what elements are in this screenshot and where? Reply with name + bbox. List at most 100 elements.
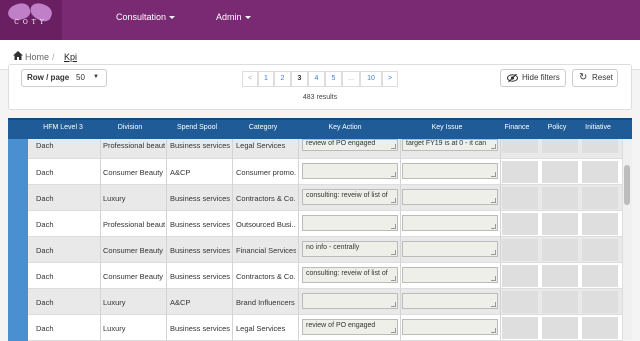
reset-button[interactable]: ↻ Reset — [572, 69, 618, 87]
policy-cell[interactable] — [542, 161, 578, 183]
key-action-textarea[interactable]: review of PO engaged — [302, 139, 398, 151]
cell-spend: Business services — [170, 194, 230, 203]
finance-cell[interactable] — [502, 265, 538, 287]
initiative-cell[interactable] — [582, 265, 618, 287]
resize-grip-icon — [491, 302, 496, 307]
key-action-textarea[interactable]: review of PO engaged — [302, 319, 398, 335]
pagination-page-3[interactable]: 3 — [291, 71, 308, 87]
cell-division: Luxury — [103, 298, 126, 307]
cell-hfm: Dach — [36, 168, 54, 177]
resize-grip-icon — [491, 276, 496, 281]
eye-slash-icon — [507, 73, 518, 83]
rows-per-page-value[interactable]: 50 — [76, 73, 85, 82]
pagination-page-4[interactable]: 4 — [308, 71, 325, 87]
pagination-page-5[interactable]: 5 — [325, 71, 342, 87]
cell-category: Contractors & Co... — [236, 194, 296, 203]
initiative-cell[interactable] — [582, 161, 618, 183]
initiative-cell[interactable] — [582, 317, 618, 339]
row-handle[interactable] — [8, 289, 28, 315]
finance-cell[interactable] — [502, 239, 538, 261]
resize-grip-icon — [391, 198, 396, 203]
finance-cell[interactable] — [502, 139, 538, 153]
caret-down-icon: ▼ — [93, 74, 99, 80]
resize-grip-icon — [391, 144, 396, 149]
key-issue-textarea[interactable] — [402, 319, 498, 335]
cell-category: Consumer promo... — [236, 168, 296, 177]
row-handle[interactable] — [8, 315, 28, 341]
cell-spend: Business services — [170, 324, 230, 333]
resize-grip-icon — [491, 198, 496, 203]
cell-category: Contractors & Co... — [236, 272, 296, 281]
column-divider — [298, 139, 299, 340]
finance-cell[interactable] — [502, 161, 538, 183]
cell-spend: Business services — [170, 272, 230, 281]
key-issue-text: target FY19 is at 0 - it can — [406, 140, 487, 147]
key-issue-textarea[interactable] — [402, 189, 498, 205]
finance-cell[interactable] — [502, 213, 538, 235]
row-handle[interactable] — [8, 159, 28, 185]
breadcrumb-home[interactable]: Home — [25, 52, 49, 62]
key-action-textarea[interactable]: consulting: reveiw of list of — [302, 189, 398, 205]
column-header-hfm-label: HFM Level 3 — [43, 124, 83, 131]
initiative-cell[interactable] — [582, 139, 618, 153]
policy-cell[interactable] — [542, 291, 578, 313]
initiative-cell[interactable] — [582, 187, 618, 209]
column-divider — [500, 139, 501, 340]
logo-text: COTY — [14, 19, 48, 26]
key-action-textarea[interactable]: no info - centrally — [302, 241, 398, 257]
breadcrumb-kpi[interactable]: Kpi — [64, 52, 77, 62]
key-issue-textarea[interactable] — [402, 267, 498, 283]
pagination-page-10[interactable]: 10 — [360, 71, 382, 87]
row-handle[interactable] — [8, 139, 28, 159]
finance-cell[interactable] — [502, 317, 538, 339]
finance-cell[interactable] — [502, 187, 538, 209]
coty-logo[interactable]: COTY — [0, 0, 62, 40]
cell-hfm: Dach — [36, 141, 54, 150]
table-scrollbar-thumb[interactable] — [624, 165, 630, 205]
initiative-cell[interactable] — [582, 291, 618, 313]
chevron-down-icon — [244, 16, 251, 20]
key-issue-textarea[interactable] — [402, 293, 498, 309]
resize-grip-icon — [491, 328, 496, 333]
key-issue-textarea[interactable] — [402, 215, 498, 231]
finance-cell[interactable] — [502, 291, 538, 313]
row-handle[interactable] — [8, 237, 28, 263]
cell-division: Luxury — [103, 194, 126, 203]
row-handle[interactable] — [8, 263, 28, 289]
cell-division: Professional beauty — [103, 141, 165, 150]
policy-cell[interactable] — [542, 213, 578, 235]
key-action-textarea[interactable] — [302, 163, 398, 179]
cell-hfm: Dach — [36, 194, 54, 203]
policy-cell[interactable] — [542, 187, 578, 209]
hide-filters-button[interactable]: Hide filters — [500, 69, 566, 87]
cell-spend: Business services — [170, 246, 230, 255]
resize-grip-icon — [391, 172, 396, 177]
initiative-cell[interactable] — [582, 239, 618, 261]
pagination-prev[interactable]: < — [242, 71, 258, 87]
reset-label: Reset — [592, 73, 613, 82]
nav-admin[interactable]: Admin — [216, 12, 251, 22]
key-issue-textarea[interactable] — [402, 241, 498, 257]
row-handle[interactable] — [8, 185, 28, 211]
key-action-textarea[interactable] — [302, 293, 398, 309]
home-icon[interactable] — [13, 51, 23, 60]
pagination-page-2[interactable]: 2 — [274, 71, 291, 87]
policy-cell[interactable] — [542, 139, 578, 153]
initiative-cell[interactable] — [582, 213, 618, 235]
policy-cell[interactable] — [542, 317, 578, 339]
cell-spend: A&CP — [170, 298, 191, 307]
cell-division: Consumer Beauty — [103, 272, 164, 281]
resize-grip-icon — [391, 302, 396, 307]
key-issue-textarea[interactable]: target FY19 is at 0 - it can — [402, 139, 498, 151]
nav-consultation[interactable]: Consultation — [116, 12, 176, 22]
key-action-textarea[interactable]: consulting: reveiw of list of — [302, 267, 398, 283]
resize-grip-icon — [391, 276, 396, 281]
key-action-textarea[interactable] — [302, 215, 398, 231]
nav-admin-label: Admin — [216, 12, 242, 22]
pagination-page-1[interactable]: 1 — [258, 71, 274, 87]
key-issue-textarea[interactable] — [402, 163, 498, 179]
row-handle[interactable] — [8, 211, 28, 237]
policy-cell[interactable] — [542, 239, 578, 261]
pagination-next[interactable]: > — [382, 71, 398, 87]
policy-cell[interactable] — [542, 265, 578, 287]
